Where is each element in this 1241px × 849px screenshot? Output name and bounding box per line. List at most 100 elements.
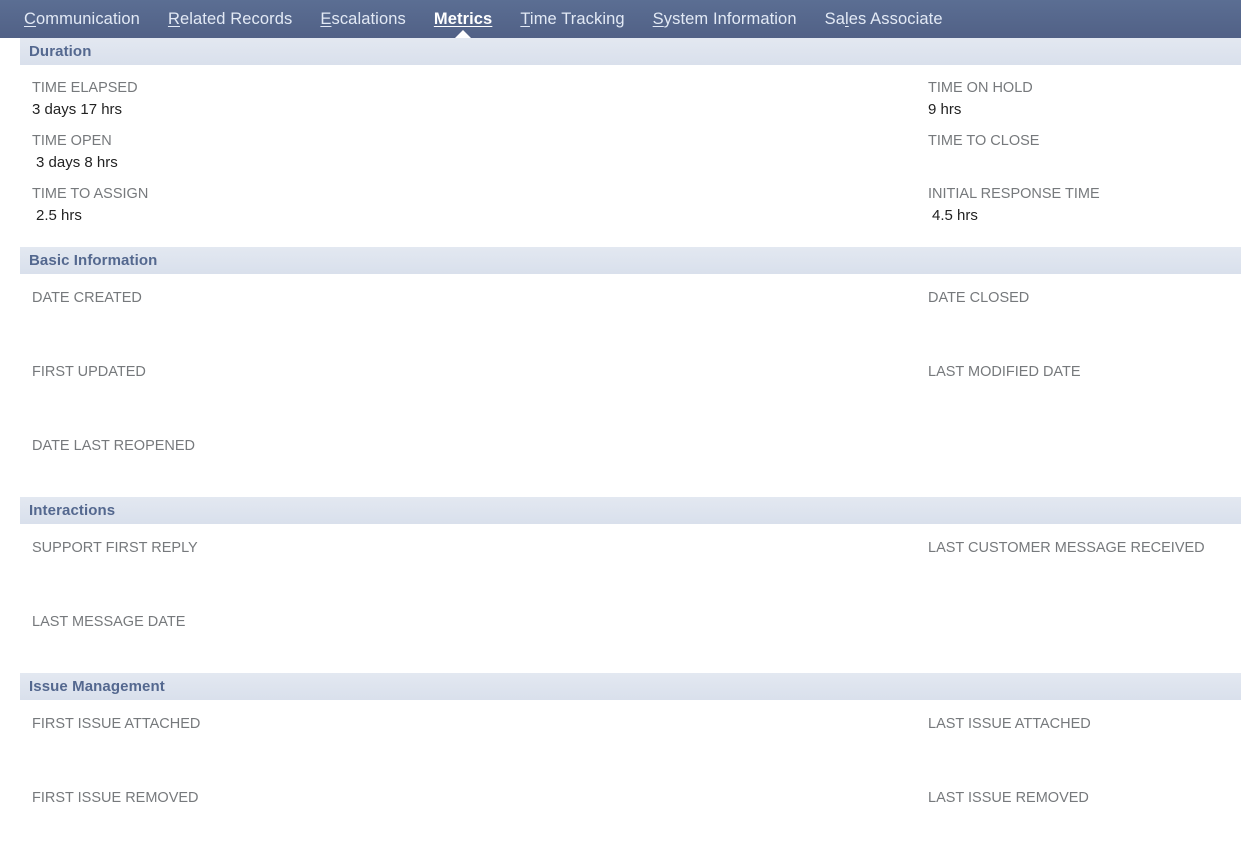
- field-cell: [928, 612, 1241, 655]
- field-cell: TIME TO CLOSE: [928, 131, 1241, 174]
- tab-accesskey-letter: R: [167, 9, 180, 28]
- field-cell: FIRST ISSUE ATTACHED: [0, 714, 928, 757]
- field-row: LAST MESSAGE DATE: [0, 612, 1241, 655]
- section-header-basic-information[interactable]: Basic Information: [20, 247, 1241, 274]
- field-value: 3 days 17 hrs: [32, 101, 123, 118]
- field-value: [928, 383, 1241, 405]
- field-cell: LAST MESSAGE DATE: [0, 612, 928, 655]
- field-label: TIME TO CLOSE: [928, 133, 1040, 149]
- section-duration: Duration TIME ELAPSED 3 days 17 hrs TIME ON…: [0, 38, 1241, 247]
- field-label: TIME ELAPSED: [32, 80, 138, 96]
- field-cell: TIME OPEN 3 days 8 hrs: [0, 131, 928, 174]
- field-cell: INITIAL RESPONSE TIME 4.5 hrs: [928, 184, 1241, 227]
- field-cell: DATE CLOSED: [928, 288, 1241, 331]
- tab-bar: Communication Related Records Escalations M…: [0, 0, 1241, 39]
- tab-accesskey-letter: E: [320, 9, 332, 28]
- tab-accesskey-letter: T: [520, 9, 530, 28]
- field-row: DATE CREATED DATE CLOSED: [0, 288, 1241, 331]
- field-cell: SUPPORT FIRST REPLY: [0, 538, 928, 581]
- field-cell: LAST ISSUE REMOVED: [928, 788, 1241, 831]
- field-value: [32, 559, 928, 581]
- field-value: [32, 633, 928, 655]
- field-label: FIRST ISSUE ATTACHED: [32, 716, 201, 732]
- tab-escalations[interactable]: Escalations: [306, 0, 419, 38]
- field-label: DATE LAST REOPENED: [32, 438, 196, 454]
- field-label: LAST CUSTOMER MESSAGE RECEIVED: [928, 540, 1205, 556]
- tab-metrics[interactable]: Metrics: [420, 0, 506, 39]
- tab-communication[interactable]: Communication: [10, 0, 154, 38]
- tab-label: Metrics: [433, 9, 493, 28]
- field-value: [928, 152, 1241, 174]
- field-value: [32, 809, 928, 831]
- section-interactions: Interactions SUPPORT FIRST REPLY LAST CUST…: [0, 497, 1241, 673]
- field-cell: DATE LAST REOPENED: [0, 436, 928, 479]
- field-cell: LAST CUSTOMER MESSAGE RECEIVED: [928, 538, 1241, 581]
- field-label: LAST MODIFIED DATE: [928, 364, 1081, 380]
- tab-related-records[interactable]: Related Records: [154, 0, 306, 38]
- field-value: [32, 383, 928, 405]
- tab-label: System Information: [652, 9, 797, 28]
- section-fields: SUPPORT FIRST REPLY LAST CUSTOMER MESSAGE…: [0, 524, 1241, 673]
- tab-accesskey-letter: l: [845, 9, 849, 28]
- field-value: 4.5 hrs: [932, 207, 978, 224]
- field-value: 2.5 hrs: [36, 207, 82, 224]
- field-cell: TIME TO ASSIGN 2.5 hrs: [0, 184, 928, 227]
- section-fields: TIME ELAPSED 3 days 17 hrs TIME ON HOLD 9 h…: [0, 65, 1241, 247]
- section-basic-information: Basic Information DATE CREATED DATE CLOSED…: [0, 247, 1241, 497]
- tab-system-information[interactable]: System Information: [639, 0, 811, 38]
- field-cell: FIRST ISSUE REMOVED: [0, 788, 928, 831]
- section-title: Interactions: [29, 502, 116, 519]
- field-label: LAST MESSAGE DATE: [32, 614, 186, 630]
- section-header-interactions[interactable]: Interactions: [20, 497, 1241, 524]
- field-row: FIRST ISSUE ATTACHED LAST ISSUE ATTACHED: [0, 714, 1241, 757]
- metrics-panel: Duration TIME ELAPSED 3 days 17 hrs TIME ON…: [0, 38, 1241, 849]
- field-row: SUPPORT FIRST REPLY LAST CUSTOMER MESSAGE…: [0, 538, 1241, 581]
- field-label: INITIAL RESPONSE TIME: [928, 186, 1100, 202]
- field-label: DATE CREATED: [32, 290, 142, 306]
- field-row: TIME TO ASSIGN 2.5 hrs INITIAL RESPONSE TI…: [0, 184, 1241, 227]
- tab-time-tracking[interactable]: Time Tracking: [506, 0, 638, 38]
- field-label: DATE CLOSED: [928, 290, 1030, 306]
- section-header-issue-management[interactable]: Issue Management: [20, 673, 1241, 700]
- field-label: LAST ISSUE ATTACHED: [928, 716, 1091, 732]
- field-label: TIME OPEN: [32, 133, 112, 149]
- field-label: FIRST ISSUE REMOVED: [32, 790, 199, 806]
- field-value: [928, 735, 1241, 757]
- field-cell: DATE CREATED: [0, 288, 928, 331]
- field-cell: TIME ELAPSED 3 days 17 hrs: [0, 78, 928, 121]
- section-fields: FIRST ISSUE ATTACHED LAST ISSUE ATTACHED F…: [0, 700, 1241, 849]
- field-cell: [928, 436, 1241, 479]
- section-issue-management: Issue Management FIRST ISSUE ATTACHED LAST…: [0, 673, 1241, 849]
- field-label: TIME TO ASSIGN: [32, 186, 149, 202]
- field-value: [928, 559, 1241, 581]
- field-value: [32, 735, 928, 757]
- tab-label: Related Records: [167, 9, 293, 28]
- section-title: Duration: [29, 43, 92, 60]
- field-label: SUPPORT FIRST REPLY: [32, 540, 198, 556]
- field-cell: LAST MODIFIED DATE: [928, 362, 1241, 405]
- field-value: [928, 309, 1241, 331]
- field-label: TIME ON HOLD: [928, 80, 1033, 96]
- field-value: 3 days 8 hrs: [36, 154, 118, 171]
- field-label: LAST ISSUE REMOVED: [928, 790, 1089, 806]
- section-title: Basic Information: [29, 252, 158, 269]
- tab-label: Escalations: [320, 9, 406, 28]
- tab-sales-associate[interactable]: Sales Associate: [811, 0, 957, 38]
- tab-label: Sales Associate: [824, 9, 943, 28]
- field-value: [928, 809, 1241, 831]
- field-row: FIRST ISSUE REMOVED LAST ISSUE REMOVED: [0, 788, 1241, 831]
- field-label: FIRST UPDATED: [32, 364, 146, 380]
- tab-accesskey-letter: S: [652, 9, 664, 28]
- field-value: [32, 309, 928, 331]
- field-row: DATE LAST REOPENED: [0, 436, 1241, 479]
- field-value: 9 hrs: [928, 101, 962, 118]
- section-title: Issue Management: [29, 678, 165, 695]
- field-row: TIME OPEN 3 days 8 hrs TIME TO CLOSE: [0, 131, 1241, 174]
- tab-label: Time Tracking: [520, 9, 625, 28]
- field-row: FIRST UPDATED LAST MODIFIED DATE: [0, 362, 1241, 405]
- field-cell: LAST ISSUE ATTACHED: [928, 714, 1241, 757]
- tab-accesskey-letter: C: [24, 9, 37, 28]
- section-header-duration[interactable]: Duration: [20, 38, 1241, 65]
- section-fields: DATE CREATED DATE CLOSED FIRST UPDATED LAST…: [0, 274, 1241, 497]
- field-cell: TIME ON HOLD 9 hrs: [928, 78, 1241, 121]
